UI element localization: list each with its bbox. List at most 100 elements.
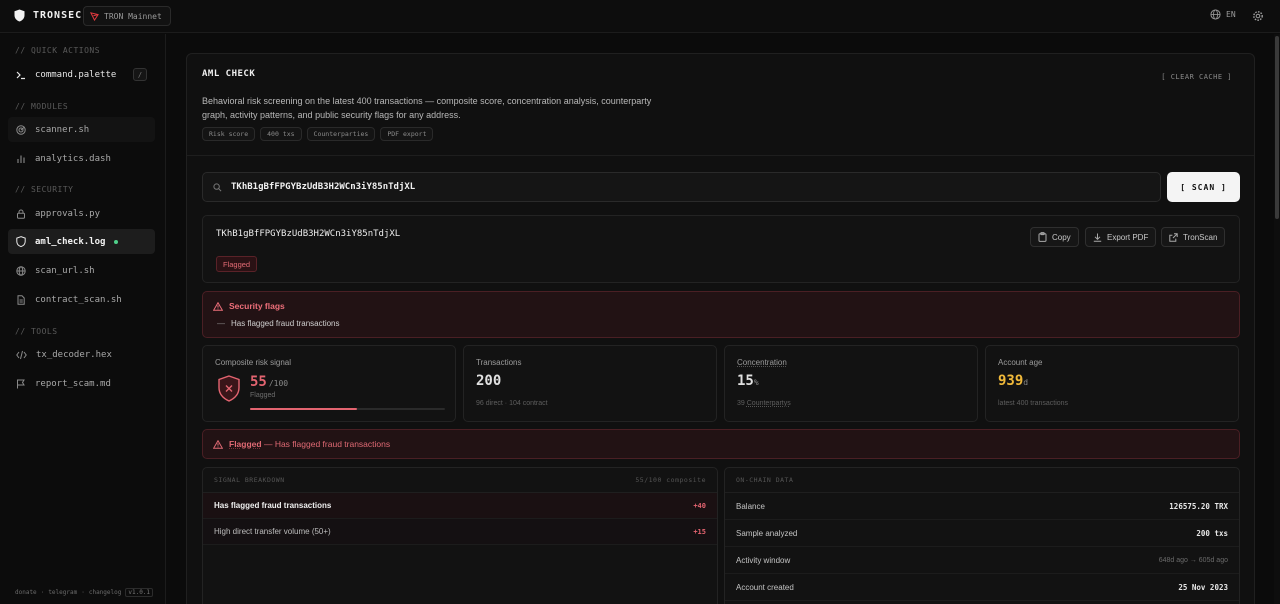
sidebar-item-label: aml_check.log [35,236,106,247]
onchain-data-header: ON-CHAIN DATA [725,468,1239,493]
terminal-icon [16,71,25,79]
signal-row: High direct transfer volume (50+) +15 [203,519,717,545]
radar-icon [16,124,26,135]
sidebar-item-label: command.palette [35,69,117,80]
clear-cache-button[interactable]: [ CLEAR CACHE ] [1161,73,1232,81]
onchain-row-sample: Sample analyzed 200 txs [725,520,1239,547]
scrollbar-thumb[interactable] [1275,36,1279,219]
risk-score: 55 /100 [250,374,288,390]
banner-text: Flagged — Has flagged fraud transactions [229,439,390,449]
search-icon [213,182,222,191]
settings-button[interactable] [1252,9,1264,27]
changelog-link[interactable]: changelog [89,589,122,596]
tag-counterparties: Counterparties [306,127,376,141]
page-scrollbar[interactable] [1274,34,1280,604]
copy-button[interactable]: Copy [1030,227,1079,247]
address-search-input[interactable]: TKhB1gBfFPGYBzUdB3H2WCn3iY85nTdjXL [202,172,1161,202]
tronscan-button[interactable]: TronScan [1161,227,1226,247]
sidebar-item-scanner[interactable]: scanner.sh [8,117,155,142]
section-title-security: // SECURITY [15,185,74,194]
stat-label: Composite risk signal [215,358,292,367]
network-label: TRON Mainnet [104,11,162,21]
scan-button[interactable]: [ SCAN ] [1167,172,1240,202]
stat-value: 15% [737,373,759,389]
stat-card-transactions: Transactions 200 96 direct · 104 contrac… [463,345,717,422]
document-icon [17,294,25,305]
address-card: TKhB1gBfFPGYBzUdB3H2WCn3iY85nTdjXL Flagg… [202,215,1240,283]
language-label: EN [1226,10,1236,19]
sidebar-item-aml-check[interactable]: aml_check.log [8,229,155,254]
stat-card-concentration: Concentration 15% 39 Counterpartys [724,345,978,422]
tag-pdf-export: PDF export [380,127,434,141]
onchain-data-panel: ON-CHAIN DATA Balance 126575.20 TRX Samp… [724,467,1240,604]
security-flags-alert: Security flags — Has flagged fraud trans… [202,291,1240,338]
onchain-value: 648d ago → 605d ago [1158,556,1228,564]
page-description: Behavioral risk screening on the latest … [202,96,652,120]
onchain-row-created: Account created 25 Nov 2023 [725,574,1239,601]
sidebar-item-report-scam[interactable]: report_scam.md [8,371,155,396]
concentration-unit: % [753,378,759,387]
risk-score-value: 55 [250,374,267,390]
age-value: 939 [998,373,1024,389]
flagged-banner: Flagged — Has flagged fraud transactions [202,429,1240,459]
lock-icon [17,209,25,219]
sidebar-item-analytics[interactable]: analytics.dash [8,146,155,171]
sidebar-item-label: tx_decoder.hex [36,349,112,360]
active-indicator-dot [114,239,119,244]
sidebar-item-label: scanner.sh [35,124,90,135]
signal-breakdown-panel: SIGNAL BREAKDOWN 55/100 composite Has fl… [202,467,718,604]
stat-card-account-age: Account age 939d latest 400 transactions [985,345,1239,422]
warning-icon [213,301,223,311]
onchain-row-balance: Balance 126575.20 TRX [725,493,1239,520]
warning-icon [213,439,223,449]
shield-logo-icon [14,9,25,22]
sidebar-item-label: scan_url.sh [35,265,95,276]
security-flags-heading: Security flags [229,301,285,311]
language-selector[interactable]: EN [1210,9,1236,20]
donate-link[interactable]: donate [15,589,37,596]
export-pdf-button[interactable]: Export PDF [1085,227,1157,247]
risk-progress-track [250,408,445,410]
sidebar-item-label: report_scam.md [35,378,111,389]
shortcut-key: / [133,68,147,81]
telegram-link[interactable]: telegram [48,589,77,596]
bar-chart-icon [17,155,25,163]
tag-txs: 400 txs [260,127,302,141]
onchain-data-title: ON-CHAIN DATA [736,476,794,484]
sidebar-item-approvals[interactable]: approvals.py [8,201,155,226]
stat-sub: 39 Counterpartys [737,400,791,407]
feature-tags: Risk score 400 txs Counterparties PDF ex… [202,127,434,141]
onchain-value: 126575.20 TRX [1169,501,1228,511]
age-unit: d [1023,378,1029,387]
shield-icon [16,236,26,247]
sidebar-item-command-palette[interactable]: command.palette / [8,62,155,87]
sidebar-item-label: analytics.dash [35,153,111,164]
brand[interactable]: TRONSEC [14,9,82,22]
network-selector[interactable]: TRON Mainnet [83,6,171,26]
sidebar-footer: donate · telegram · changelog v1.0.1 [15,588,154,597]
shield-alert-icon [218,375,240,402]
aml-check-panel: AML CHECK [ CLEAR CACHE ] Behavioral ris… [186,53,1255,604]
code-icon [16,350,27,359]
onchain-label: Balance [736,501,765,511]
security-flag-item: — Has flagged fraud transactions [217,319,340,328]
security-flags-title: Security flags [213,301,285,311]
gear-icon [1253,11,1263,21]
download-icon [1093,233,1102,242]
signal-points: +15 [693,527,706,536]
stat-value: 200 [476,373,502,389]
sidebar-item-scan-url[interactable]: scan_url.sh [8,258,155,283]
section-title-modules: // MODULES [15,102,69,111]
sidebar-item-contract-scan[interactable]: contract_scan.sh [8,287,155,312]
divider [187,155,1254,156]
stat-label: Concentration [737,358,787,367]
sidebar-item-tx-decoder[interactable]: tx_decoder.hex [8,342,155,367]
concentration-value: 15 [737,373,754,389]
page-title: AML CHECK [202,69,256,79]
signal-row: Has flagged fraud transactions +40 [203,493,717,519]
section-title-quick-actions: // QUICK ACTIONS [15,46,101,55]
stat-sub: 96 direct · 104 contract [476,400,548,407]
globe-icon [1210,9,1221,20]
copy-label: Copy [1052,232,1071,242]
tag-risk-score: Risk score [202,127,256,141]
